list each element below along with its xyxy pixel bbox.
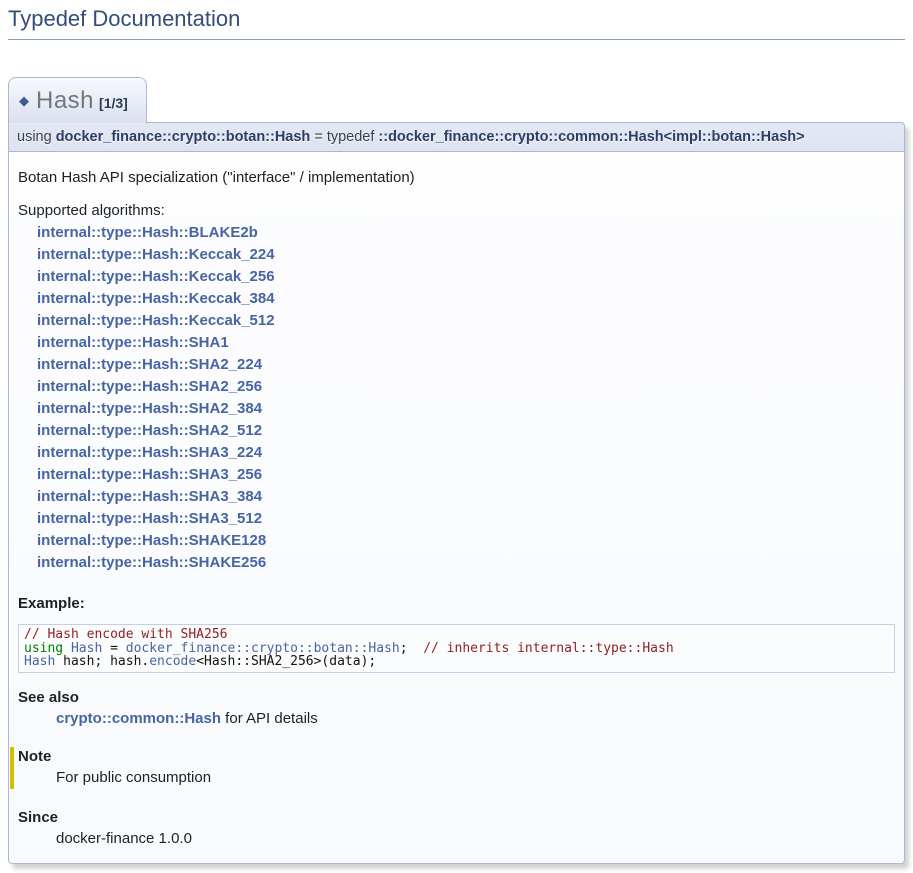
algorithm-link[interactable]: internal::type::Hash::Keccak_512 — [37, 312, 275, 329]
list-item: internal::type::Hash::SHA2_256 — [37, 376, 895, 398]
member-tab: ◆ Hash [1/3] — [8, 77, 147, 123]
see-also-link[interactable]: crypto::common::Hash — [56, 710, 221, 727]
list-item: internal::type::Hash::SHAKE256 — [37, 552, 895, 574]
code-example-block: // Hash encode with SHA256 using Hash = … — [18, 624, 895, 673]
list-item: internal::type::Hash::SHA2_384 — [37, 398, 895, 420]
code-line: using Hash = docker_finance::crypto::bot… — [24, 642, 889, 656]
list-item: internal::type::Hash::Keccak_256 — [37, 266, 895, 288]
algorithm-link[interactable]: internal::type::Hash::SHA2_384 — [37, 400, 262, 417]
algorithm-link[interactable]: internal::type::Hash::SHA2_256 — [37, 378, 262, 395]
member-declaration: using docker_finance::crypto::botan::Has… — [8, 122, 905, 152]
note-label: Note — [18, 748, 895, 765]
member-item: using docker_finance::crypto::botan::Has… — [8, 122, 905, 864]
code-link-encode[interactable]: encode — [149, 654, 196, 669]
since-section: Since docker-finance 1.0.0 — [18, 809, 895, 847]
member-name: Hash — [36, 87, 94, 114]
declaration-target-type: ::docker_finance::crypto::common::Hash<i… — [378, 129, 804, 145]
code-link-hash[interactable]: Hash — [24, 654, 55, 669]
list-item: internal::type::Hash::SHA1 — [37, 332, 895, 354]
list-item: internal::type::Hash::Keccak_512 — [37, 310, 895, 332]
algorithm-link[interactable]: internal::type::Hash::SHA3_512 — [37, 510, 262, 527]
code-text: ; — [400, 641, 423, 656]
see-also-label: See also — [18, 689, 895, 706]
algorithm-link[interactable]: internal::type::Hash::Keccak_224 — [37, 246, 275, 263]
list-item: internal::type::Hash::Keccak_224 — [37, 244, 895, 266]
see-also-suffix: for API details — [221, 710, 318, 727]
algorithm-link[interactable]: internal::type::Hash::SHAKE256 — [37, 554, 266, 571]
page-title: Typedef Documentation — [8, 0, 905, 40]
algorithm-link[interactable]: internal::type::Hash::SHA1 — [37, 334, 229, 351]
algorithm-link[interactable]: internal::type::Hash::SHA3_256 — [37, 466, 262, 483]
see-also-section: See also crypto::common::Hash for API de… — [18, 689, 895, 727]
documentation-page: Typedef Documentation ◆ Hash [1/3] using d… — [0, 0, 913, 864]
algorithm-link[interactable]: internal::type::Hash::Keccak_384 — [37, 290, 275, 307]
list-item: internal::type::Hash::SHA3_224 — [37, 442, 895, 464]
algorithm-link[interactable]: internal::type::Hash::SHA3_384 — [37, 488, 262, 505]
note-text: For public consumption — [56, 769, 895, 786]
declaration-using-keyword: using — [17, 129, 56, 145]
code-text: <Hash::SHA2_256>(data); — [196, 654, 376, 669]
list-item: internal::type::Hash::SHAKE128 — [37, 530, 895, 552]
algorithm-link[interactable]: internal::type::Hash::SHAKE128 — [37, 532, 266, 549]
code-line: // Hash encode with SHA256 — [24, 628, 889, 642]
algorithm-link[interactable]: internal::type::Hash::Keccak_256 — [37, 268, 275, 285]
code-line: Hash hash; hash.encode<Hash::SHA2_256>(d… — [24, 655, 889, 669]
member-overload-badge: [1/3] — [99, 95, 128, 111]
declaration-typedef-name: docker_finance::crypto::botan::Hash — [56, 129, 311, 145]
algorithm-link[interactable]: internal::type::Hash::SHA2_224 — [37, 356, 262, 373]
algorithm-link[interactable]: internal::type::Hash::SHA3_224 — [37, 444, 262, 461]
list-item: internal::type::Hash::SHA2_512 — [37, 420, 895, 442]
algorithm-link[interactable]: internal::type::Hash::SHA2_512 — [37, 422, 262, 439]
since-text: docker-finance 1.0.0 — [56, 830, 895, 847]
code-comment: // inherits internal::type::Hash — [423, 641, 673, 656]
declaration-equals-typedef: = typedef — [310, 129, 378, 145]
permalink-diamond-icon[interactable]: ◆ — [19, 93, 29, 108]
member-description: Botan Hash API specialization ("interfac… — [18, 169, 895, 186]
example-label: Example: — [18, 595, 895, 612]
see-also-content: crypto::common::Hash for API details — [56, 710, 895, 727]
algorithm-list: internal::type::Hash::BLAKE2b internal::… — [37, 222, 895, 574]
list-item: internal::type::Hash::SHA3_384 — [37, 486, 895, 508]
supported-algorithms-section: Supported algorithms: internal::type::Ha… — [18, 200, 895, 574]
since-label: Since — [18, 809, 895, 826]
note-section: Note For public consumption — [10, 747, 895, 789]
supported-algorithms-label: Supported algorithms: — [18, 200, 895, 222]
list-item: internal::type::Hash::BLAKE2b — [37, 222, 895, 244]
algorithm-link[interactable]: internal::type::Hash::BLAKE2b — [37, 224, 258, 241]
code-text: hash; hash. — [55, 654, 149, 669]
list-item: internal::type::Hash::SHA3_256 — [37, 464, 895, 486]
list-item: internal::type::Hash::SHA2_224 — [37, 354, 895, 376]
member-doc: Botan Hash API specialization ("interfac… — [8, 152, 905, 864]
list-item: internal::type::Hash::Keccak_384 — [37, 288, 895, 310]
list-item: internal::type::Hash::SHA3_512 — [37, 508, 895, 530]
